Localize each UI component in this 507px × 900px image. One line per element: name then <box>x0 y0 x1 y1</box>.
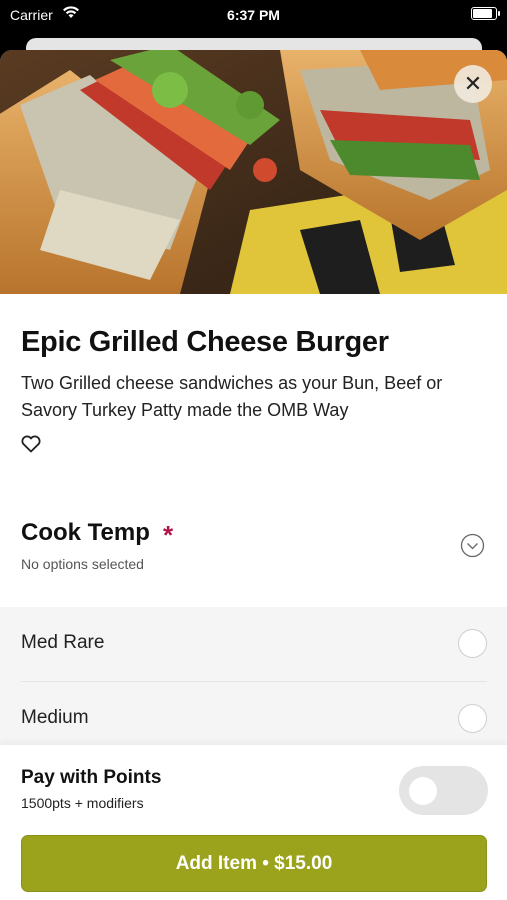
close-icon: ✕ <box>463 71 483 96</box>
pay-with-points-subtitle: 1500pts + modifiers <box>21 795 144 811</box>
checkout-bar: Pay with Points 1500pts + modifiers Add … <box>0 745 507 900</box>
expand-modifier-button[interactable] <box>460 533 485 558</box>
close-button[interactable]: ✕ <box>454 65 492 103</box>
option-radio[interactable] <box>458 704 487 733</box>
item-title: Epic Grilled Cheese Burger <box>21 326 389 358</box>
item-detail-sheet: ✕ Epic Grilled Cheese Burger Two Grilled… <box>0 50 507 900</box>
option-label: Med Rare <box>21 632 105 653</box>
option-med-rare[interactable]: Med Rare <box>0 607 507 682</box>
clock: 6:37 PM <box>227 7 280 23</box>
modifier-group-title: Cook Temp <box>21 519 150 546</box>
heart-outline-icon <box>21 435 41 453</box>
modifier-options-list: Med Rare Medium <box>0 607 507 767</box>
option-label: Medium <box>21 707 89 728</box>
toggle-knob <box>409 777 437 805</box>
modifier-group-subtitle: No options selected <box>21 556 144 572</box>
required-marker: * <box>163 520 174 550</box>
add-item-button[interactable]: Add Item • $15.00 <box>21 835 487 892</box>
pay-with-points-title: Pay with Points <box>21 767 162 788</box>
chevron-down-circle-icon <box>460 533 485 558</box>
battery-icon <box>471 7 500 20</box>
status-bar: Carrier 6:37 PM <box>0 0 507 30</box>
burger-photo-illustration <box>0 50 507 294</box>
item-description: Two Grilled cheese sandwiches as your Bu… <box>21 373 443 420</box>
option-radio[interactable] <box>458 629 487 658</box>
pay-with-points-toggle[interactable] <box>399 766 488 815</box>
item-photo: ✕ <box>0 50 507 294</box>
favorite-button[interactable] <box>21 435 41 453</box>
